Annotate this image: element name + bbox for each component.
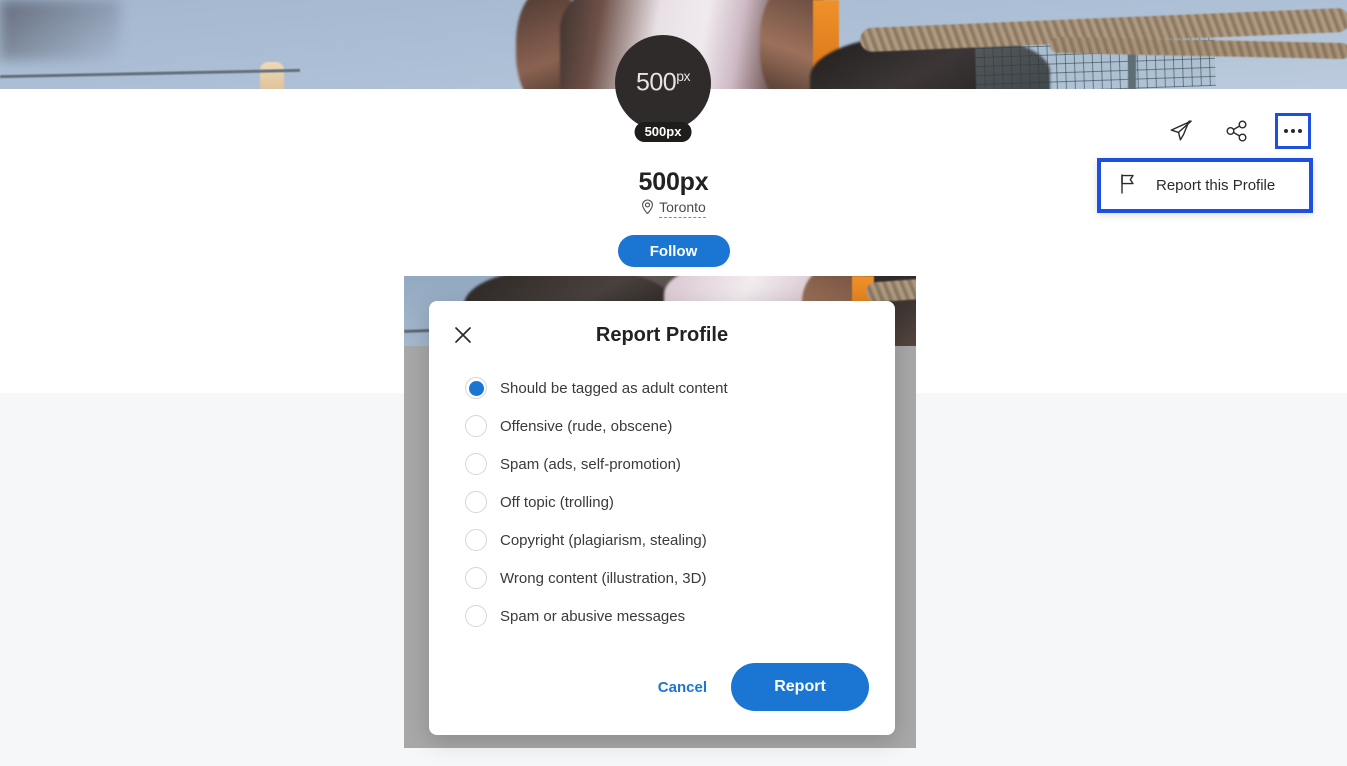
report-option-abusive-messages[interactable]: Spam or abusive messages (465, 597, 895, 635)
avatar-image: 500px (615, 35, 711, 131)
radio-button[interactable] (465, 415, 487, 437)
report-option-label: Offensive (rude, obscene) (500, 417, 673, 435)
avatar-500px-logo: 500px (635, 68, 691, 97)
radio-button[interactable] (465, 567, 487, 589)
map-pin-icon (641, 199, 654, 218)
report-button[interactable]: Report (731, 663, 869, 711)
report-option-spam-ads[interactable]: Spam (ads, self-promotion) (465, 445, 895, 483)
report-option-label: Off topic (trolling) (500, 493, 614, 511)
report-option-label: Wrong content (illustration, 3D) (500, 569, 707, 587)
report-option-label: Spam or abusive messages (500, 607, 686, 625)
share-icon[interactable] (1219, 113, 1255, 149)
send-icon[interactable] (1163, 113, 1199, 149)
report-option-adult-content[interactable]: Should be tagged as adult content (465, 369, 895, 407)
report-reason-list: Should be tagged as adult content Offens… (429, 369, 895, 635)
report-option-offensive[interactable]: Offensive (rude, obscene) (465, 407, 895, 445)
more-options-icon[interactable] (1275, 113, 1311, 149)
modal-footer: Cancel Report (654, 663, 869, 711)
report-option-off-topic[interactable]: Off topic (trolling) (465, 483, 895, 521)
avatar-logo-text: 500 (635, 68, 677, 97)
modal-header: Report Profile (429, 301, 895, 369)
radio-button[interactable] (465, 529, 487, 551)
report-option-label: Should be tagged as adult content (500, 379, 728, 397)
cancel-button[interactable]: Cancel (654, 673, 711, 702)
avatar-badge: 500px (634, 122, 692, 142)
report-option-copyright[interactable]: Copyright (plagiarism, stealing) (465, 521, 895, 559)
avatar[interactable]: 500px 500px (615, 35, 711, 142)
radio-button[interactable] (465, 453, 487, 475)
close-icon[interactable] (451, 323, 475, 347)
follow-button[interactable]: Follow (617, 235, 730, 267)
report-option-wrong-content[interactable]: Wrong content (illustration, 3D) (465, 559, 895, 597)
menu-item-report-this-profile[interactable]: Report this Profile (1156, 177, 1275, 194)
radio-button[interactable] (465, 491, 487, 513)
avatar-logo-sup: px (676, 68, 690, 85)
cover-ball (260, 62, 284, 89)
profile-location-label[interactable]: Toronto (659, 199, 706, 218)
page-root: 500px 500px 500px Toronto Follow Report … (0, 0, 1347, 766)
cover-shadow (0, 0, 120, 60)
report-option-label: Spam (ads, self-promotion) (500, 455, 681, 473)
modal-title: Report Profile (595, 323, 729, 346)
radio-button[interactable] (465, 605, 487, 627)
report-option-label: Copyright (plagiarism, stealing) (500, 531, 707, 549)
report-profile-modal: Report Profile Should be tagged as adult… (429, 301, 895, 735)
profile-actions (1163, 113, 1311, 149)
radio-button[interactable] (465, 377, 487, 399)
more-dots (1284, 129, 1302, 133)
flag-icon (1119, 173, 1138, 199)
profile-options-dropdown: Report this Profile (1097, 158, 1313, 213)
